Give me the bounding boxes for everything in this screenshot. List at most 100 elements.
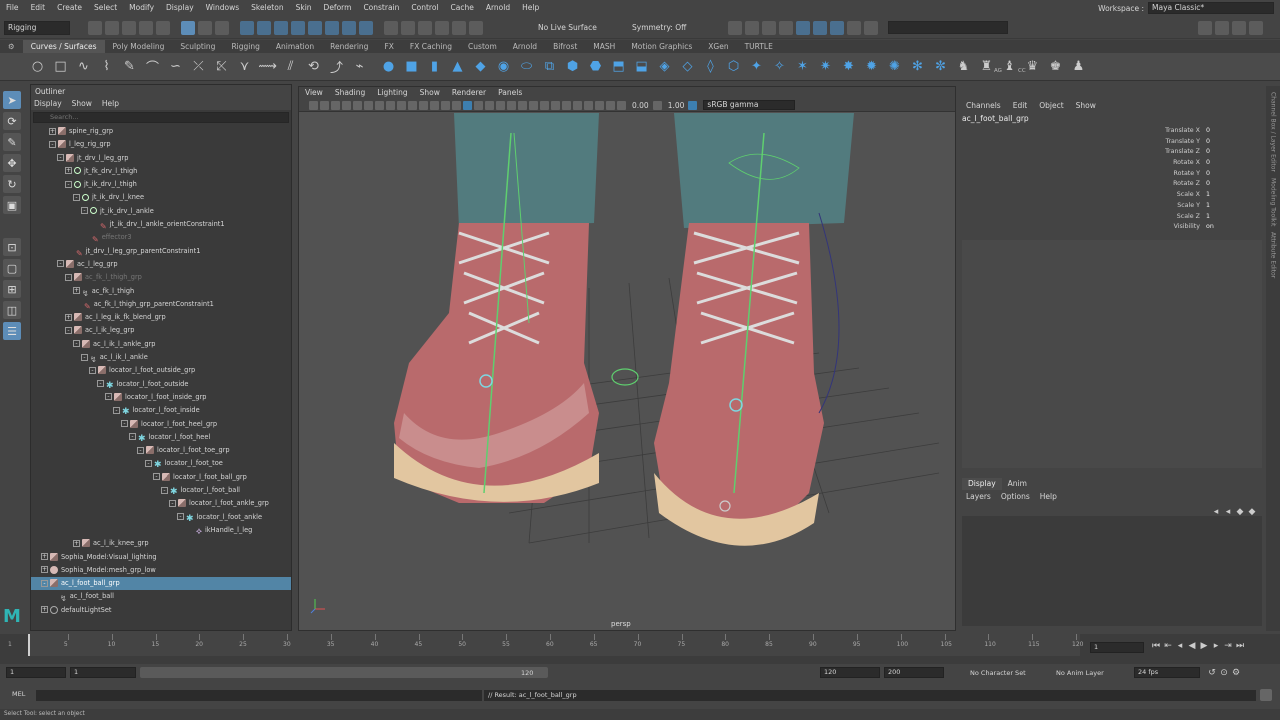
channel-name[interactable]: Visibility [1146, 222, 1206, 233]
side-tab-attribute-editor[interactable]: Attribute Editor [1270, 232, 1277, 278]
side-tab-modeling-toolkit[interactable]: Modeling Toolkit [1270, 178, 1277, 226]
shelf-tab-fx[interactable]: FX [376, 40, 401, 53]
untrim-icon[interactable]: ✶ [794, 58, 812, 76]
outliner-menu-display[interactable]: Display [34, 98, 62, 110]
bevel-plus-icon[interactable]: ⬓ [633, 58, 651, 76]
birail-icon[interactable]: ⬒ [610, 58, 628, 76]
select-handles-icon[interactable] [240, 21, 254, 35]
menu-file[interactable]: File [0, 0, 25, 16]
outliner-menu-show[interactable]: Show [72, 98, 92, 110]
default-material-icon[interactable] [474, 100, 483, 110]
colorspace-dropdown[interactable]: sRGB gamma [703, 100, 796, 110]
outliner-row[interactable]: - ↯ ac_l_ik_l_ankle [31, 351, 291, 364]
channel-box-menu-edit[interactable]: Edit [1013, 100, 1028, 112]
2d-pan-zoom-icon[interactable] [353, 100, 362, 110]
grid-icon[interactable] [375, 100, 384, 110]
scale-tool-icon[interactable]: ▣ [3, 196, 21, 214]
go-to-start-icon[interactable]: ⏮ [1150, 640, 1162, 652]
animation-end-field[interactable]: 200 [884, 667, 944, 678]
collapse-icon[interactable]: - [137, 446, 144, 454]
outliner-row[interactable]: + defaultLightSet [31, 604, 291, 617]
outliner-row[interactable]: + ac_l_ik_knee_grp [31, 537, 291, 550]
use-all-lights-icon[interactable] [507, 100, 516, 110]
collapse-icon[interactable]: - [177, 513, 184, 521]
outliner-row[interactable]: - l_leg_rig_grp [31, 138, 291, 151]
collapse-icon[interactable]: - [153, 473, 160, 481]
step-forward-key-icon[interactable]: ⇥ [1222, 640, 1234, 652]
shelf-tab-curves-surfaces[interactable]: Curves / Surfaces [22, 40, 105, 53]
collapse-icon[interactable]: - [89, 366, 96, 374]
arnold-render-icon[interactable] [813, 21, 827, 35]
motion-blur-icon[interactable] [540, 100, 549, 110]
playback-end-field[interactable]: 120 [820, 667, 880, 678]
shelf-tab-animation[interactable]: Animation [268, 40, 322, 53]
hypershade-icon[interactable] [796, 21, 810, 35]
viewport-menu-renderer[interactable]: Renderer [446, 87, 492, 99]
menu-display[interactable]: Display [160, 0, 200, 16]
workspace-dropdown[interactable]: Maya Classic* [1148, 2, 1274, 14]
channel-box-menu-object[interactable]: Object [1039, 100, 1063, 112]
film-gate-icon[interactable] [386, 100, 395, 110]
outliner-row[interactable]: - jt_ik_drv_l_knee [31, 191, 291, 204]
channel-name[interactable]: Translate X [1146, 126, 1206, 137]
menu-constrain[interactable]: Constrain [357, 0, 405, 16]
outliner-row[interactable]: - ✱ locator_l_foot_ball [31, 484, 291, 497]
outliner-row[interactable]: ✎ effector3 [31, 231, 291, 244]
custom-tool-5-icon[interactable]: ♟ [1070, 58, 1088, 76]
anim-layer-label[interactable]: No Anim Layer [1056, 669, 1104, 677]
loft-icon[interactable]: ⧉ [541, 58, 559, 76]
select-dynamics-icon[interactable] [325, 21, 339, 35]
viewport-menu-lighting[interactable]: Lighting [371, 87, 413, 99]
loop-icon[interactable]: ↺ [1206, 667, 1218, 679]
xray-icon[interactable] [584, 100, 593, 110]
start-time-field[interactable]: 1 [6, 667, 66, 678]
channel-name[interactable]: Scale Z [1146, 212, 1206, 223]
collapse-icon[interactable]: - [161, 486, 168, 494]
outliner-row[interactable]: - ✱ locator_l_foot_ankle [31, 511, 291, 524]
viewport-panel[interactable]: View Shading Lighting Show Renderer Panels 0.… [298, 86, 956, 631]
select-deformations-icon[interactable] [308, 21, 322, 35]
textured-icon[interactable] [496, 100, 505, 110]
snap-view-plane-icon[interactable] [452, 21, 466, 35]
outliner-row[interactable]: - ac_fk_l_thigh_grp [31, 271, 291, 284]
xray-active-components-icon[interactable] [595, 100, 604, 110]
outliner-row[interactable]: + Sophia_Model:mesh_grp_low [31, 564, 291, 577]
shelf-tab-arnold[interactable]: Arnold [505, 40, 545, 53]
render-current-icon[interactable] [745, 21, 759, 35]
render-settings-icon[interactable] [779, 21, 793, 35]
collapse-icon[interactable]: - [105, 393, 112, 401]
collapse-icon[interactable]: - [65, 180, 72, 188]
camera-attributes-icon[interactable] [320, 100, 329, 110]
bezier-curve-icon[interactable]: ∽ [167, 58, 185, 76]
select-joints-icon[interactable] [257, 21, 271, 35]
screen-space-ao-icon[interactable] [529, 100, 538, 110]
custom-tool-4-icon[interactable]: ♚ [1047, 58, 1065, 76]
ep-curve-icon[interactable]: ⌇ [98, 58, 116, 76]
safe-action-icon[interactable] [430, 100, 439, 110]
arnold-pause-icon[interactable] [864, 21, 878, 35]
collapse-icon[interactable]: - [113, 406, 120, 414]
range-slider-bar[interactable] [140, 667, 548, 678]
outliner-row[interactable]: - locator_l_foot_outside_grp [31, 364, 291, 377]
outliner-search-input[interactable]: Search... [33, 112, 289, 123]
anti-aliasing-icon[interactable] [551, 100, 560, 110]
channel-name[interactable]: Scale X [1146, 190, 1206, 201]
show-hide-tool-settings-icon[interactable] [1232, 21, 1246, 35]
layer-menu-layers[interactable]: Layers [966, 490, 991, 503]
depth-of-field-icon[interactable] [562, 100, 571, 110]
bookmarks-icon[interactable] [331, 100, 340, 110]
smooth-shade-icon[interactable] [463, 100, 472, 110]
boundary-icon[interactable]: ◈ [656, 58, 674, 76]
layer-menu-options[interactable]: Options [1001, 490, 1030, 503]
extend-surface-icon[interactable]: ✻ [909, 58, 927, 76]
channel-value-field[interactable]: 1 [1206, 201, 1250, 212]
arnold-ipr-icon[interactable] [830, 21, 844, 35]
expand-icon[interactable]: + [73, 287, 80, 295]
play-backwards-icon[interactable]: ◀ [1186, 640, 1198, 652]
outliner-row[interactable]: - ✱ locator_l_foot_heel [31, 431, 291, 444]
snap-point-icon[interactable] [418, 21, 432, 35]
shelf-gear-icon[interactable]: ⚙ [0, 40, 23, 53]
collapse-icon[interactable]: - [121, 420, 128, 428]
extend-curve-icon[interactable]: ⟿ [258, 58, 277, 76]
duplicate-surface-icon[interactable]: ◊ [702, 58, 720, 76]
